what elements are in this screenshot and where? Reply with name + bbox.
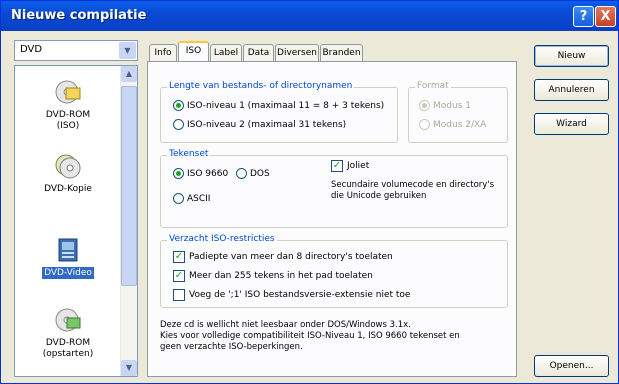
option-label: ISO-niveau 2 (maximaal 31 tekens)	[187, 119, 347, 130]
group-label: Lengte van bestands- of directorynamen	[167, 81, 355, 91]
mode-2xa-radio[interactable]: Modus 2/XA	[419, 119, 486, 130]
path-depth-checkbox[interactable]: ✓ Padiepte van meer dan 8 directory's to…	[173, 251, 393, 263]
tab-data[interactable]: Data	[243, 44, 274, 62]
close-icon[interactable]: X	[595, 6, 616, 27]
format-group: Format Modus 1 Modus 2/XA	[408, 81, 508, 143]
compatibility-note: Deze cd is wellicht niet leesbaar onder …	[160, 320, 460, 352]
list-item-label: DVD-ROM (ISO)	[45, 110, 91, 131]
option-label: Padiepte van meer dan 8 directory's toel…	[189, 252, 393, 262]
disc-type-value: DVD	[20, 44, 43, 55]
open-button[interactable]: Openen...	[534, 355, 609, 377]
disc-type-select[interactable]: DVD ▼	[14, 40, 138, 61]
dos-radio[interactable]: DOS	[236, 168, 270, 179]
list-item-dvd-video[interactable]: DVD-Video	[19, 236, 117, 279]
option-label: Meer dan 255 tekens in het pad toelaten	[189, 271, 373, 281]
long-path-checkbox[interactable]: ✓ Meer dan 255 tekens in het pad toelate…	[173, 270, 373, 282]
group-label: Tekenset	[167, 149, 211, 159]
option-label: Voeg de ';1' ISO bestandsversie-extensie…	[189, 290, 411, 300]
iso-level-2-radio[interactable]: ISO-niveau 2 (maximaal 31 tekens)	[173, 119, 346, 130]
list-item-label: DVD-Kopie	[44, 184, 92, 194]
list-item-label: DVD-ROM (opstarten)	[42, 338, 94, 359]
iso-level-1-radio[interactable]: ISO-niveau 1 (maximaal 11 = 8 + 3 tekens…	[173, 100, 384, 111]
window-title: Nieuwe compilatie	[11, 8, 147, 23]
option-label: ASCII	[187, 193, 211, 204]
tab-label[interactable]: Label	[210, 44, 242, 62]
group-label: Format	[415, 81, 451, 91]
mode-1-radio[interactable]: Modus 1	[419, 100, 471, 111]
scroll-thumb[interactable]	[121, 86, 137, 286]
filename-length-group: Lengte van bestands- of directorynamen I…	[160, 81, 398, 143]
relaxed-restrictions-group: Verzacht ISO-restricties ✓ Padiepte van …	[160, 234, 508, 308]
list-item-label: DVD-Video	[42, 267, 94, 279]
option-label: Modus 1	[433, 100, 471, 111]
version-extension-checkbox[interactable]: Voeg de ';1' ISO bestandsversie-extensie…	[173, 289, 410, 301]
iso-tab-panel: Lengte van bestands- of directorynamen I…	[147, 61, 517, 377]
option-label: Modus 2/XA	[433, 119, 487, 130]
option-label: Joliet	[347, 161, 370, 171]
joliet-description: Secundaire volumecode en directory's die…	[331, 180, 495, 201]
title-bar[interactable]: Nieuwe compilatie ? X	[1, 1, 618, 31]
compilation-type-list[interactable]: DVD-ROM (ISO) DVD-Kopie DVD-Video DVD-RO…	[14, 65, 138, 377]
group-label: Verzacht ISO-restricties	[167, 234, 277, 244]
tab-diversen[interactable]: Diversen	[275, 44, 319, 62]
radio-icon	[419, 100, 430, 111]
checkbox-empty	[173, 289, 185, 301]
radio-icon	[173, 100, 184, 111]
chevron-down-icon[interactable]: ▼	[119, 42, 136, 59]
tab-branden[interactable]: Branden	[320, 44, 363, 62]
iso9660-radio[interactable]: ISO 9660	[173, 168, 228, 179]
option-label: ISO 9660	[187, 168, 229, 179]
wizard-button[interactable]: Wizard	[534, 113, 609, 135]
checkmark-icon: ✓	[331, 160, 343, 172]
ascii-radio[interactable]: ASCII	[173, 193, 210, 204]
disc-folder-icon	[55, 80, 81, 104]
radio-icon	[236, 168, 247, 179]
charset-group: Tekenset ISO 9660 DOS ASCII ✓ Joliet Sec…	[160, 149, 508, 228]
checkmark-icon: ✓	[173, 251, 185, 263]
list-scrollbar[interactable]: ▲ ▼	[120, 66, 137, 376]
disc-boot-icon	[55, 308, 81, 332]
list-item-dvd-rom-iso[interactable]: DVD-ROM (ISO)	[19, 78, 117, 132]
scroll-up-icon[interactable]: ▲	[121, 66, 137, 82]
radio-icon	[419, 119, 430, 130]
radio-icon	[173, 193, 184, 204]
option-label: ISO-niveau 1 (maximaal 11 = 8 + 3 tekens…	[187, 100, 385, 111]
help-icon[interactable]: ?	[573, 6, 594, 27]
new-button[interactable]: Nieuw	[534, 45, 609, 67]
tab-info[interactable]: Info	[149, 44, 177, 62]
list-item-dvd-rom-opstarten[interactable]: DVD-ROM (opstarten)	[19, 306, 117, 360]
tab-iso[interactable]: ISO	[178, 41, 209, 62]
radio-icon	[173, 168, 184, 179]
cancel-button[interactable]: Annuleren	[534, 79, 609, 101]
dialog-window: Nieuwe compilatie ? X DVD ▼ DVD-ROM (ISO…	[0, 0, 619, 384]
radio-icon	[173, 119, 184, 130]
joliet-checkbox[interactable]: ✓ Joliet	[331, 160, 369, 172]
checkmark-icon: ✓	[173, 270, 185, 282]
disc-copy-icon	[55, 154, 81, 179]
option-label: DOS	[250, 168, 270, 179]
scroll-down-icon[interactable]: ▼	[121, 360, 137, 376]
dvd-video-icon	[58, 238, 78, 262]
list-item-dvd-kopie[interactable]: DVD-Kopie	[19, 152, 117, 195]
